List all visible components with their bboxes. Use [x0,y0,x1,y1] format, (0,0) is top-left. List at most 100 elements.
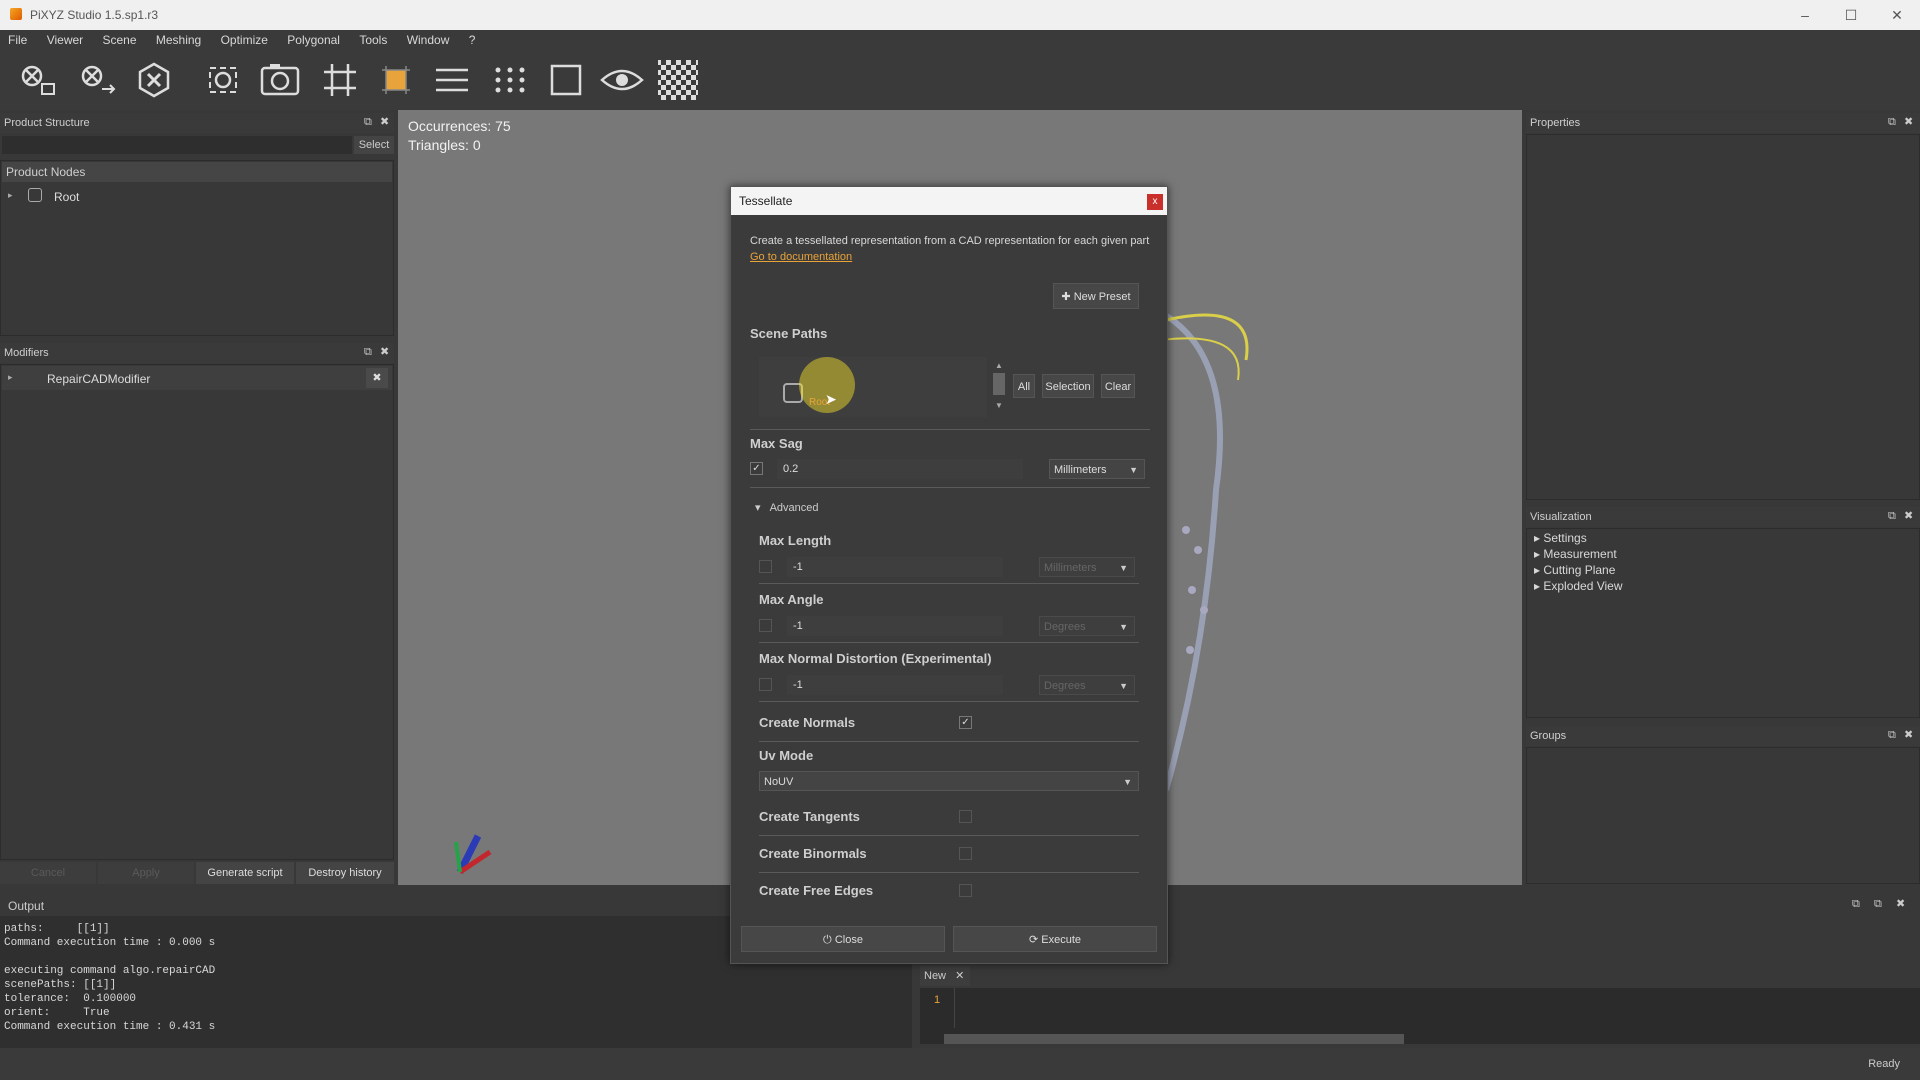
scroll-down-icon[interactable]: ▼ [995,401,1003,410]
eye-icon[interactable] [600,60,644,100]
menu-window[interactable]: Window [399,30,458,50]
tab-new[interactable]: New ✕ [920,966,970,986]
delete-icon[interactable] [132,60,176,100]
max-length-input[interactable]: -1 [787,557,1003,577]
float-icon[interactable]: ⧉ [364,346,372,359]
documentation-link[interactable]: Go to documentation [750,251,852,263]
menu-viewer[interactable]: Viewer [39,30,91,50]
max-normal-distortion-unit-select[interactable]: Degrees ▼ [1039,675,1135,695]
vis-item-settings[interactable]: ▸ Settings [1534,531,1587,545]
export-icon[interactable] [74,60,118,100]
max-sag-checkbox[interactable]: ✓ [750,462,763,475]
menu-tools[interactable]: Tools [351,30,395,50]
tree-root-node[interactable]: Root [54,190,79,204]
minimize-button[interactable]: – [1790,5,1820,25]
close-panel-icon[interactable]: ✖ [1904,728,1913,741]
execute-label: Execute [1041,934,1082,946]
max-sag-input[interactable]: 0.2 [777,459,1023,479]
apply-button[interactable]: Apply [98,862,194,884]
scrollbar-thumb[interactable] [944,1034,1404,1044]
float-icon[interactable]: ⧉ [364,116,372,129]
expand-arrow-icon[interactable]: ▸ [8,190,13,201]
vis-item-cutting-plane[interactable]: ▸ Cutting Plane [1534,563,1615,577]
close-panel-icon[interactable]: ✖ [1904,509,1913,522]
generate-script-button[interactable]: Generate script [196,862,294,884]
grid-crop-icon[interactable] [318,60,362,100]
create-binormals-label: Create Binormals [759,846,867,861]
close-panel-icon[interactable]: ✖ [380,115,389,128]
max-normal-distortion-input[interactable]: -1 [787,675,1003,695]
modifiers-list [0,364,394,860]
float-icon[interactable]: ⧉ [1888,729,1896,742]
close-panel-icon[interactable]: ✖ [1896,897,1905,910]
close-tab-icon[interactable]: ✕ [955,970,964,982]
product-search-input[interactable] [2,136,352,154]
restore-icon[interactable]: ⧉ [1852,898,1860,911]
max-length-checkbox[interactable] [759,560,772,573]
advanced-toggle[interactable]: ▾ Advanced [755,501,819,514]
vis-item-exploded-view[interactable]: ▸ Exploded View [1534,579,1623,593]
tab-label: New [924,970,947,982]
points-icon[interactable] [488,60,532,100]
menu-scene[interactable]: Scene [95,30,145,50]
window-close-button[interactable]: ✕ [1882,5,1912,25]
create-normals-checkbox[interactable]: ✓ [959,716,972,729]
selection-button[interactable]: Selection [1042,374,1094,398]
max-angle-unit-select[interactable]: Degrees ▼ [1039,616,1135,636]
vis-item-label: Cutting Plane [1543,563,1616,577]
script-editor[interactable]: 1 [920,988,1920,1044]
create-tangents-checkbox[interactable] [959,810,972,823]
select-button[interactable]: Select [354,136,394,154]
select-box-icon[interactable] [374,60,418,100]
cancel-button[interactable]: Cancel [0,862,96,884]
scene-paths-scrollbar[interactable]: ▲ ▼ [993,361,1005,411]
gutter-divider [954,988,955,1028]
menu-optimize[interactable]: Optimize [213,30,276,50]
max-sag-unit-select[interactable]: Millimeters ▼ [1049,459,1145,479]
scrollbar-thumb[interactable] [993,373,1005,395]
create-binormals-checkbox[interactable] [959,847,972,860]
maximize-button[interactable]: ☐ [1836,5,1866,25]
vis-item-label: Measurement [1543,547,1617,561]
status-text: Ready [1868,1058,1900,1070]
import-icon[interactable] [14,60,58,100]
lines-icon[interactable] [430,60,474,100]
execute-button[interactable]: ⟳ Execute [953,926,1157,952]
square-icon[interactable] [544,60,588,100]
menu-polygonal[interactable]: Polygonal [279,30,348,50]
clear-button[interactable]: Clear [1101,374,1135,398]
expand-arrow-icon[interactable]: ▸ [8,372,13,383]
menu-file[interactable]: File [0,30,35,50]
max-angle-checkbox[interactable] [759,619,772,632]
uv-mode-select[interactable]: NoUV ▼ [759,771,1139,791]
destroy-history-button[interactable]: Destroy history [296,862,394,884]
camera-icon[interactable] [258,60,302,100]
float-icon[interactable]: ⧉ [1888,116,1896,129]
menu-meshing[interactable]: Meshing [148,30,209,50]
snapshot-icon[interactable] [202,60,246,100]
scene-paths-list[interactable]: Root ➤ [759,357,987,417]
menu-help[interactable]: ? [461,30,484,50]
scroll-up-icon[interactable]: ▲ [995,361,1003,370]
max-normal-distortion-checkbox[interactable] [759,678,772,691]
checker-icon[interactable] [656,60,700,100]
max-normal-distortion-label: Max Normal Distortion (Experimental) [759,651,992,666]
float-icon[interactable]: ⧉ [1874,898,1882,911]
create-free-edges-checkbox[interactable] [959,884,972,897]
all-button[interactable]: All [1013,374,1035,398]
vis-item-measurement[interactable]: ▸ Measurement [1534,547,1617,561]
close-button[interactable]: ⏻ Close [741,926,945,952]
remove-modifier-icon[interactable]: ✖ [366,368,388,388]
chevron-down-icon: ▼ [1119,622,1128,632]
close-panel-icon[interactable]: ✖ [1904,115,1913,128]
max-angle-input[interactable]: -1 [787,616,1003,636]
new-preset-button[interactable]: ✚ New Preset [1053,283,1139,309]
dialog-close-icon[interactable]: x [1147,194,1163,210]
float-icon[interactable]: ⧉ [1888,510,1896,523]
close-label: Close [834,934,863,946]
horizontal-scrollbar[interactable] [932,1034,1892,1044]
divider [759,701,1139,702]
close-panel-icon[interactable]: ✖ [380,345,389,358]
max-length-unit-select[interactable]: Millimeters ▼ [1039,557,1135,577]
modifiers-title: Modifiers [0,343,394,363]
